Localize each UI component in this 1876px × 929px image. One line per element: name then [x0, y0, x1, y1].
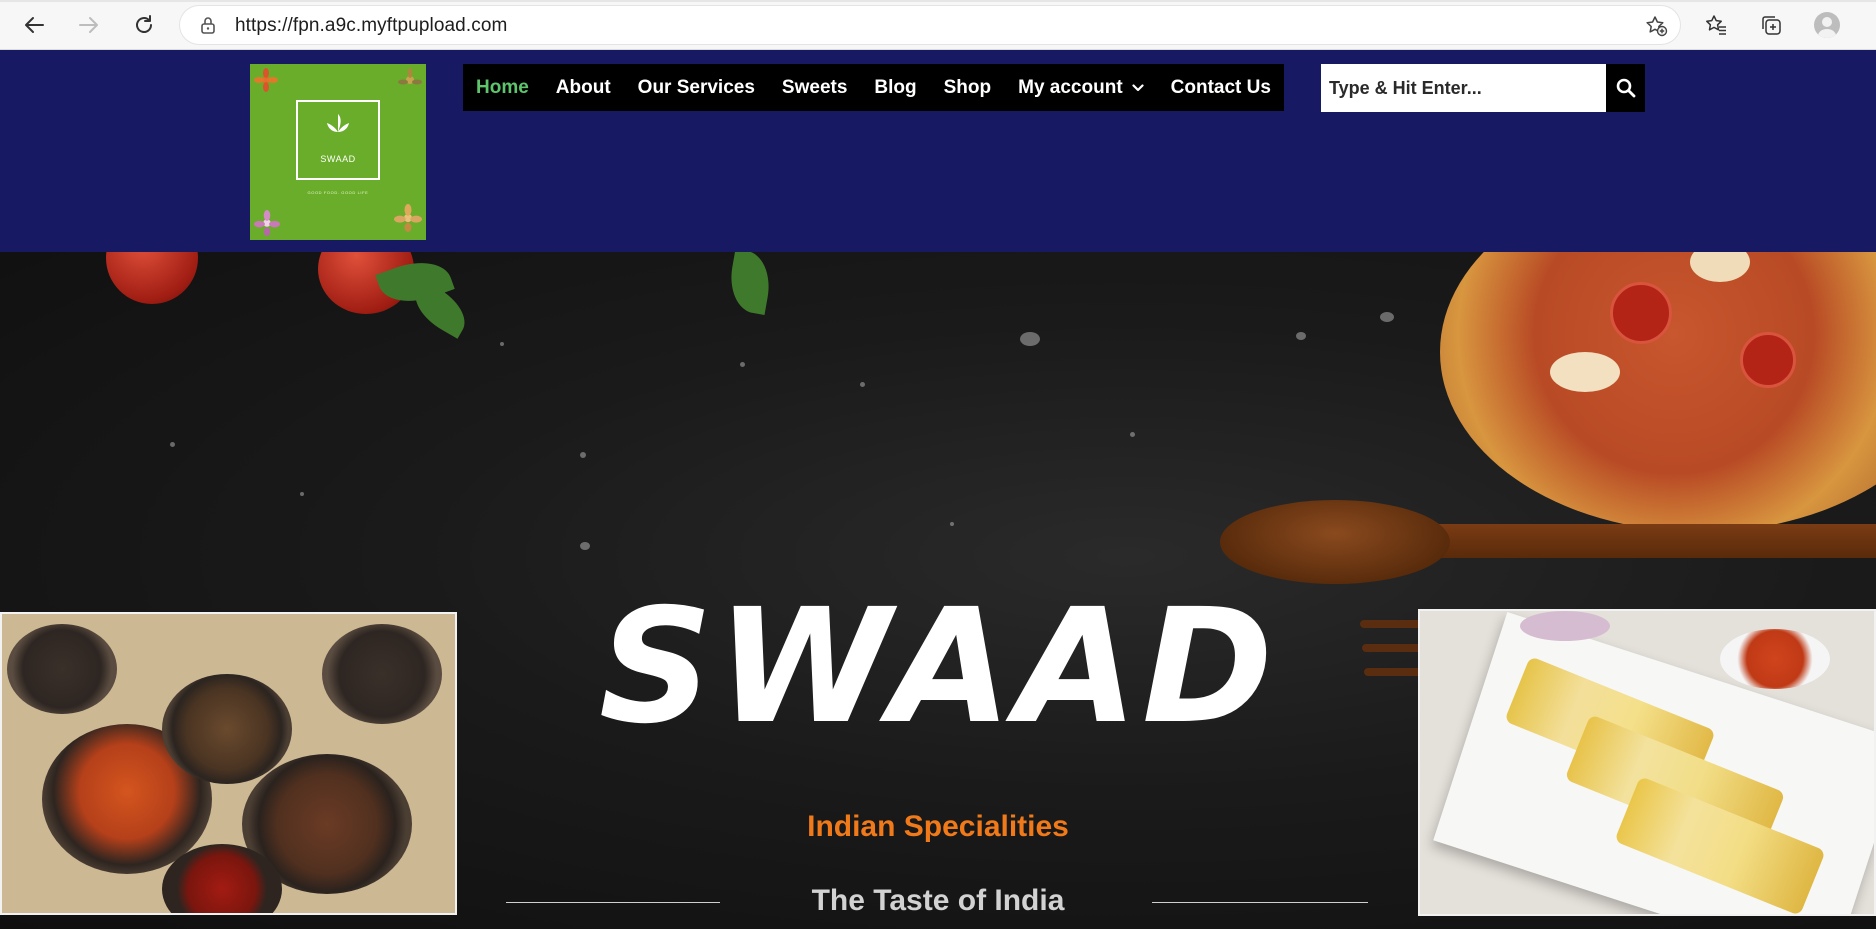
- hero-subtitle: Indian Specialities: [807, 810, 1069, 843]
- leaf-icon: [327, 114, 349, 132]
- browser-toolbar: https://fpn.a9c.myftpupload.com: [0, 0, 1876, 50]
- spoon-decoration: [1220, 500, 1450, 584]
- hero-tagline: The Taste of India: [811, 884, 1065, 917]
- site-header: SWAAD GOOD FOOD. GOOD LIFE Home About Ou…: [0, 50, 1876, 252]
- nav-item-sweets[interactable]: Sweets: [782, 77, 847, 99]
- pizza-topping: [1550, 352, 1620, 392]
- tab-strip-edge: [0, 0, 1876, 2]
- nav-item-shop[interactable]: Shop: [944, 77, 992, 99]
- main-navigation: Home About Our Services Sweets Blog Shop…: [463, 64, 1284, 111]
- flower-icon: [254, 210, 280, 236]
- pizza-decoration: [1440, 252, 1876, 532]
- pizza-topping: [1690, 252, 1750, 282]
- logo-tagline: GOOD FOOD. GOOD LIFE: [307, 190, 369, 195]
- back-arrow-icon[interactable]: [20, 11, 48, 39]
- reload-icon[interactable]: [130, 11, 158, 39]
- nav-item-blog[interactable]: Blog: [874, 77, 916, 99]
- flour-speck: [1020, 332, 1040, 346]
- nav-item-about[interactable]: About: [556, 77, 611, 99]
- profile-avatar-icon[interactable]: [1814, 12, 1840, 38]
- hero-title: SWAAD: [598, 575, 1278, 759]
- tomato-decoration: [106, 252, 198, 304]
- address-bar[interactable]: https://fpn.a9c.myftpupload.com: [180, 6, 1680, 44]
- flour-speck: [1130, 432, 1135, 437]
- nav-item-contact-us[interactable]: Contact Us: [1171, 77, 1271, 99]
- flour-speck: [170, 442, 175, 447]
- spoon-decoration: [1420, 524, 1876, 558]
- forward-arrow-icon[interactable]: [75, 11, 103, 39]
- search-input[interactable]: [1321, 64, 1606, 112]
- logo-wordmark: SWAAD: [320, 154, 356, 164]
- nav-item-label: My account: [1018, 76, 1123, 98]
- collections-icon[interactable]: [1757, 11, 1785, 39]
- flour-speck: [580, 542, 590, 550]
- search-icon[interactable]: [1606, 64, 1645, 112]
- flower-icon: [254, 68, 278, 92]
- url-text[interactable]: https://fpn.a9c.myftpupload.com: [235, 15, 507, 37]
- chevron-down-icon[interactable]: [1132, 83, 1144, 92]
- flour-speck: [860, 382, 865, 387]
- flour-speck: [1380, 312, 1394, 322]
- lock-icon[interactable]: [200, 16, 216, 39]
- herb-decoration: [725, 252, 775, 316]
- nav-item-our-services[interactable]: Our Services: [638, 77, 755, 99]
- pizza-topping: [1610, 282, 1672, 344]
- flower-icon: [398, 68, 422, 92]
- flour-speck: [300, 492, 304, 496]
- search-form: [1321, 64, 1645, 112]
- flower-icon: [394, 204, 422, 232]
- flour-speck: [580, 452, 586, 458]
- nav-item-home[interactable]: Home: [476, 77, 529, 99]
- favorites-icon[interactable]: [1702, 11, 1730, 39]
- site-logo[interactable]: SWAAD GOOD FOOD. GOOD LIFE: [250, 64, 426, 240]
- flour-speck: [740, 362, 745, 367]
- logo-frame: SWAAD: [296, 100, 380, 180]
- nav-item-my-account[interactable]: My account: [1018, 77, 1144, 99]
- flour-speck: [500, 342, 504, 346]
- flour-speck: [950, 522, 954, 526]
- add-favorite-icon[interactable]: [1644, 14, 1668, 43]
- flour-speck: [1296, 332, 1306, 340]
- pizza-topping: [1740, 332, 1796, 388]
